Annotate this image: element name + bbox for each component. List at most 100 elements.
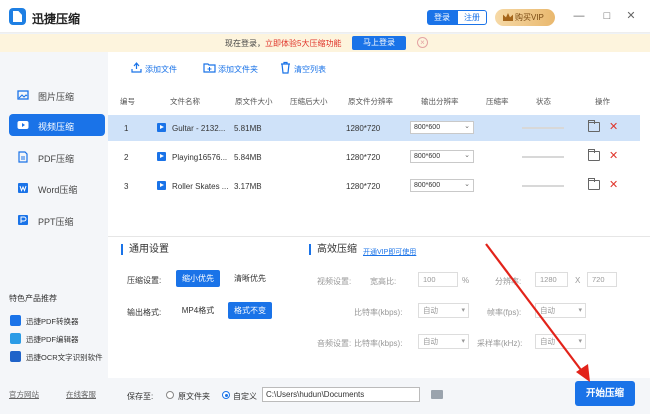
audio-bitrate-label: 比特率(kbps): [354,339,403,348]
browse-folder-icon[interactable] [431,390,443,399]
row-resolution: 1280*720 [346,153,381,162]
start-compress-button[interactable]: 开始压缩 [575,381,635,406]
size-priority-button[interactable]: 缩小优先 [176,270,220,287]
banner-prefix: 现在登录， [225,39,265,48]
sidebar-item-pdf[interactable]: PDF压缩 [9,146,105,168]
header-name: 文件名称 [170,97,200,106]
original-folder-radio[interactable] [166,391,174,399]
ocr-icon [10,351,21,362]
app-title: 迅捷压缩 [32,12,81,26]
header-size: 原文件大小 [235,97,273,106]
output-resolution-value: 800*600 [414,124,441,131]
chevron-down-icon: ▾ [461,307,465,314]
image-icon [17,90,29,100]
chevron-down-icon: ▾ [578,338,582,345]
banner-text: 现在登录，立即体验5大压缩功能 [225,38,341,49]
chevron-down-icon: ⌄ [464,181,470,188]
banner-close-icon[interactable]: × [417,37,428,48]
output-resolution-select[interactable]: 800*600 ⌄ [410,179,474,192]
pdf-icon [18,151,28,163]
save-to-label: 保存至: [127,392,154,401]
minimize-icon[interactable]: — [572,9,586,23]
samplerate-label: 采样率(kHz): [477,339,523,348]
video-icon [17,121,29,129]
output-resolution-select[interactable]: 800*600 ⌄ [410,121,474,134]
custom-folder-radio[interactable] [222,391,230,399]
output-resolution-select[interactable]: 800*600 ⌄ [410,150,474,163]
header-compressed-size: 压缩后大小 [290,97,328,106]
sidebar-item-label: PPT压缩 [38,217,74,227]
open-vip-link[interactable]: 开通VIP即可使用 [363,247,416,257]
banner-login-button[interactable]: 马上登录 [352,36,406,50]
resolution-height-input[interactable]: 720 [587,272,617,287]
row-resolution: 1280*720 [346,124,381,133]
row-resolution: 1280*720 [346,182,381,191]
app-logo-icon [9,8,26,25]
resolution-width-value: 1280 [540,275,557,284]
row-index: 3 [124,182,129,191]
maximize-icon[interactable]: □ [600,9,614,23]
sidebar-item-label: 图片压缩 [38,92,75,102]
header-ratio: 压缩率 [486,97,509,106]
resolution-width-input[interactable]: 1280 [535,272,568,287]
row-index: 2 [124,153,129,162]
crown-icon [503,13,513,21]
resolution-label: 分辨率: [495,277,522,286]
add-folder-icon [203,63,216,73]
output-resolution-value: 800*600 [414,153,441,160]
row-file-size: 5.84MB [234,153,262,162]
recommend-label: 迅捷OCR文字识别软件 [26,353,103,362]
sidebar-item-video[interactable]: 视频压缩 [9,114,105,136]
header-status: 状态 [536,97,551,106]
audio-bitrate-select[interactable]: 自动 ▾ [418,334,469,349]
save-path-input[interactable]: C:\Users\hudun\Documents [262,387,420,402]
delete-icon[interactable]: ✕ [609,120,618,133]
sidebar-item-ppt[interactable]: PPT压缩 [9,209,105,231]
folder-icon[interactable] [588,120,600,132]
mp4-format-button[interactable]: MP4格式 [176,302,220,319]
row-file-size: 3.17MB [234,182,262,191]
resolution-separator: X [575,276,581,285]
section-divider [108,236,650,237]
folder-icon[interactable] [588,149,600,161]
table-row[interactable]: 3 Roller Skates ... 3.17MB 1280*720 800*… [108,173,640,199]
sidebar-item-image[interactable]: 图片压缩 [9,84,105,106]
close-icon[interactable]: ✕ [624,9,638,23]
add-file-label: 添加文件 [145,65,177,74]
samplerate-value: 自动 [540,337,555,346]
header-action: 操作 [595,97,610,106]
sidebar-item-word[interactable]: Word压缩 [9,177,105,199]
row-file-size: 5.81MB [234,124,262,133]
video-bitrate-select[interactable]: 自动 ▾ [418,303,469,318]
add-folder-label: 添加文件夹 [218,65,258,74]
trash-icon [281,61,290,74]
register-button[interactable]: 注册 [457,10,487,25]
chevron-down-icon: ▾ [578,307,582,314]
keep-format-button[interactable]: 格式不变 [228,302,272,319]
login-button[interactable]: 登录 [427,10,457,25]
video-file-icon [157,123,166,132]
resolution-height-value: 720 [592,275,605,284]
samplerate-select[interactable]: 自动 ▾ [535,334,586,349]
aspect-ratio-input[interactable]: 100 [418,272,458,287]
delete-icon[interactable]: ✕ [609,149,618,162]
online-service-link[interactable]: 在线客服 [66,389,96,400]
title-bar: 迅捷压缩 登录 注册 购买VIP — □ ✕ [0,0,650,33]
header-resolution: 原文件分辨率 [348,97,393,106]
table-row[interactable]: 1 Gultar - 2132... 5.81MB 1280*720 800*6… [108,115,640,141]
progress-bar [522,156,564,158]
table-row[interactable]: 2 Playing16576... 5.84MB 1280*720 800*60… [108,144,640,170]
folder-icon[interactable] [588,178,600,190]
add-file-icon [131,62,142,73]
buy-vip-button[interactable]: 购买VIP [495,9,555,26]
clarity-priority-button[interactable]: 清晰优先 [228,270,272,287]
framerate-label: 帧率(fps): [487,308,522,317]
framerate-select[interactable]: 自动 ▾ [535,303,586,318]
clear-list-label: 清空列表 [294,65,326,74]
video-bitrate-value: 自动 [423,306,438,315]
aspect-ratio-value: 100 [423,275,436,284]
word-icon [18,183,28,193]
official-site-link[interactable]: 官方网站 [9,389,39,400]
audio-settings-label: 音频设置: [317,339,352,348]
delete-icon[interactable]: ✕ [609,178,618,191]
